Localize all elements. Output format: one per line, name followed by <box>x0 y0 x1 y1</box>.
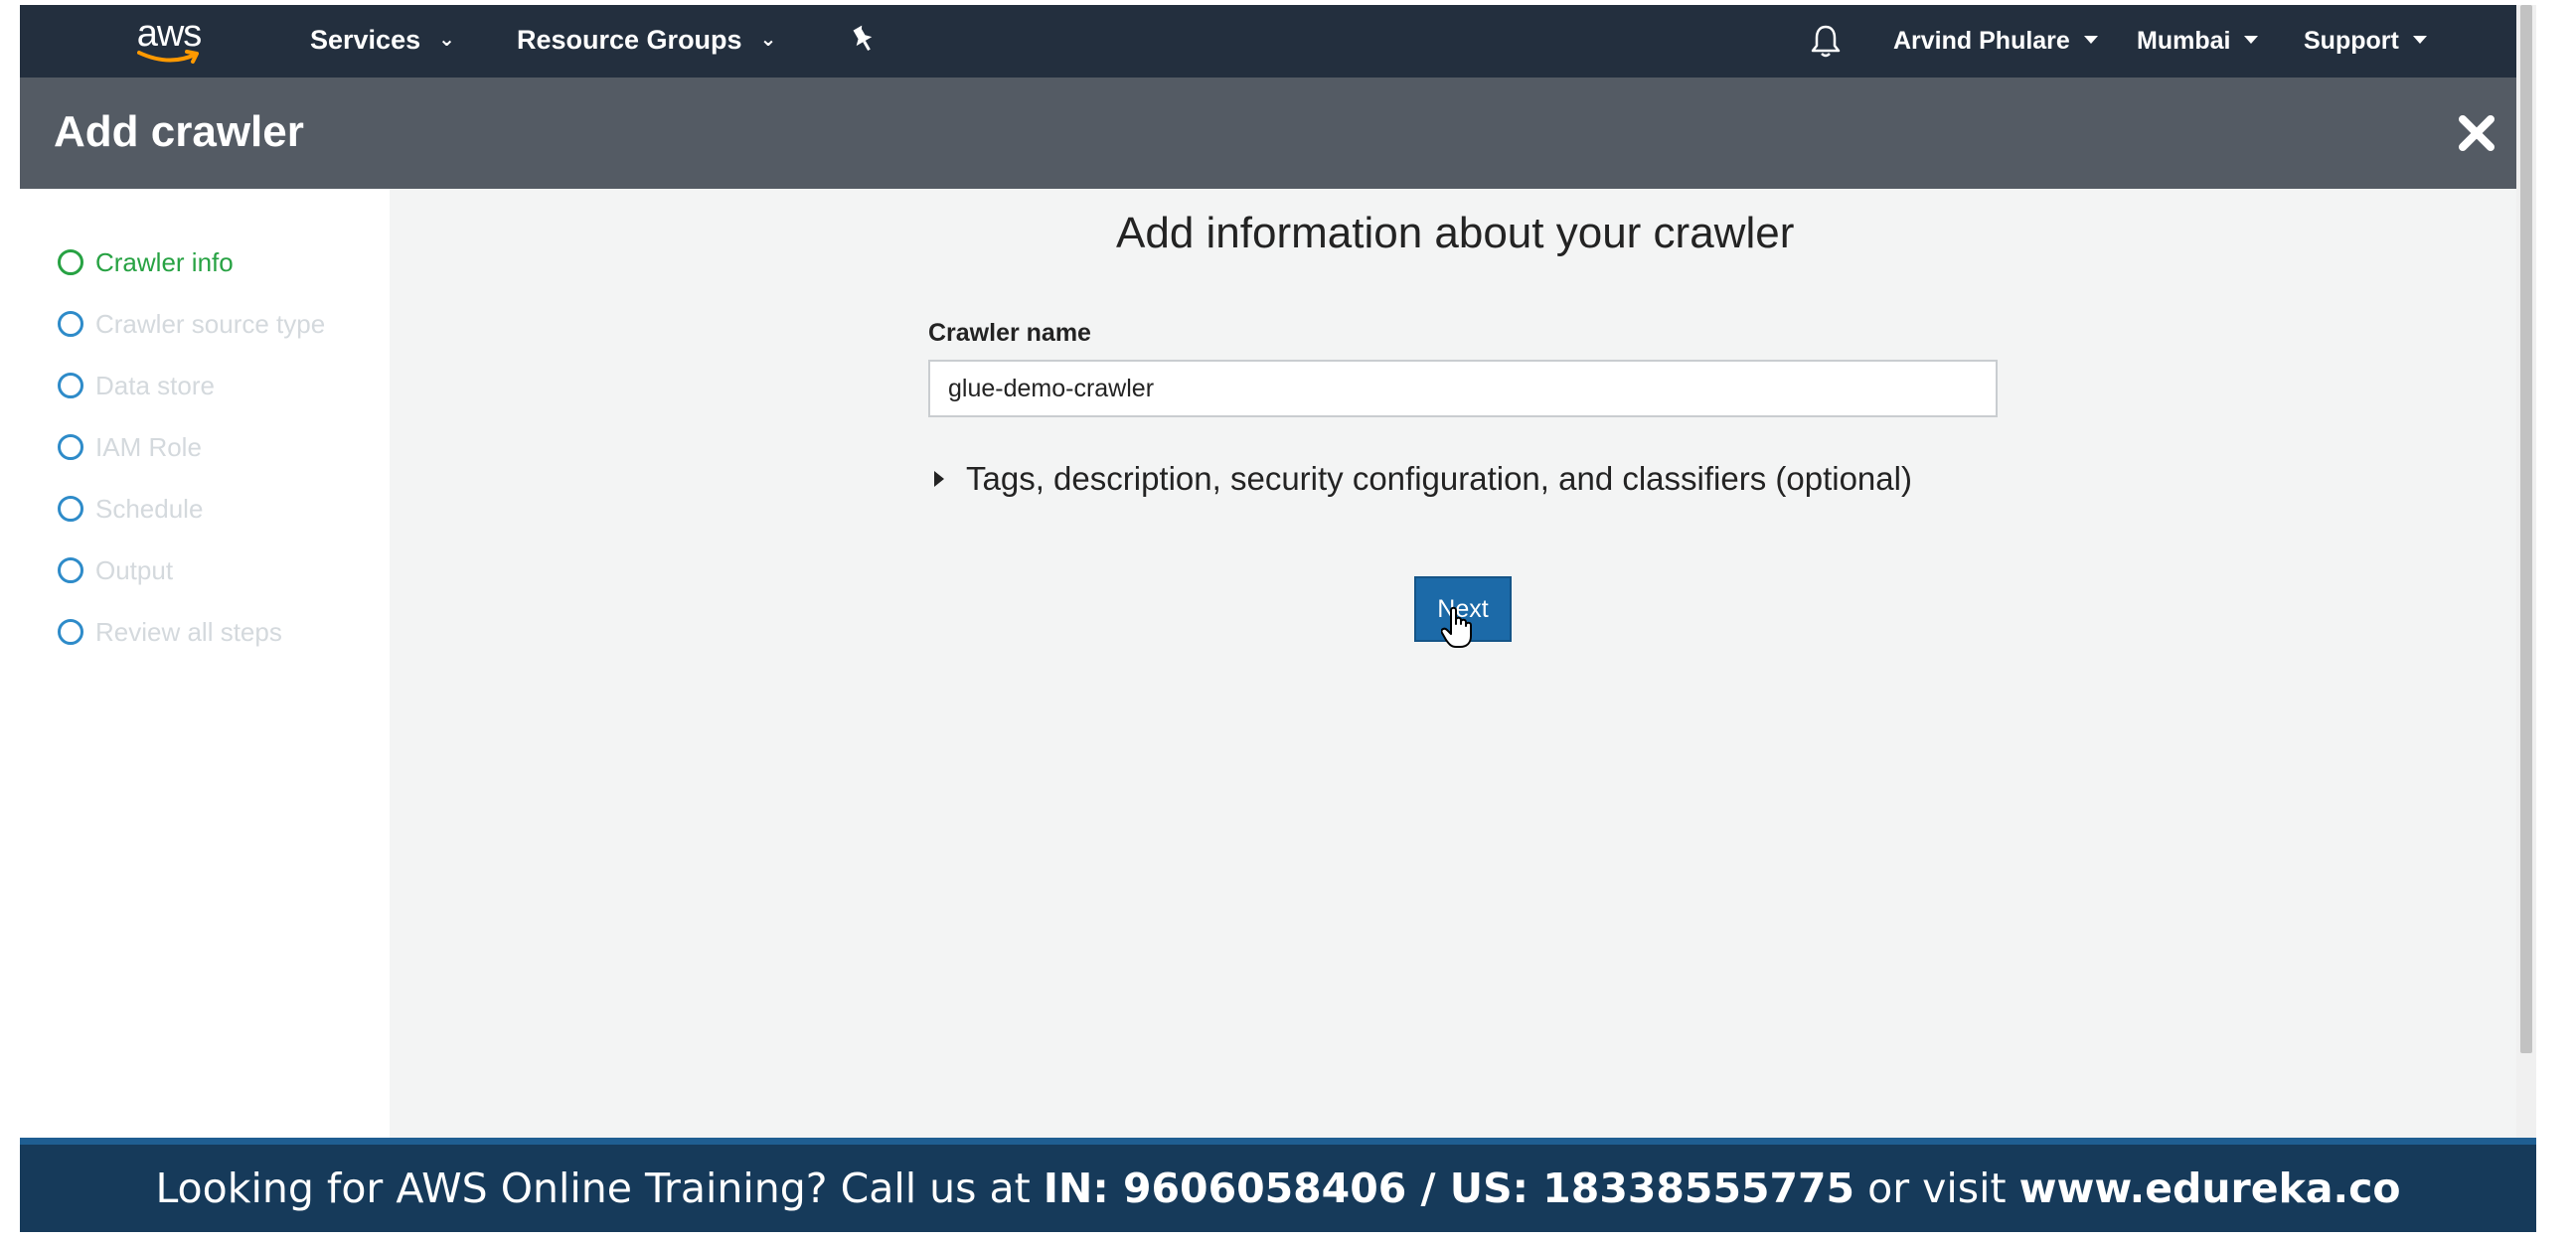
app-window: aws Services ⌄ Resource Groups ⌄ Arvind … <box>20 5 2536 1232</box>
step-schedule[interactable]: Schedule <box>58 489 203 529</box>
banner-site: www.edureka.co <box>2018 1164 2401 1212</box>
optional-settings-label: Tags, description, security configuratio… <box>966 460 1912 497</box>
step-circle-icon <box>58 557 83 583</box>
services-label: Services <box>310 25 421 55</box>
step-circle-icon <box>58 311 83 337</box>
crawler-name-label: Crawler name <box>928 319 1091 347</box>
aws-logo[interactable]: aws <box>129 13 209 71</box>
step-label: Crawler info <box>95 246 234 277</box>
promo-banner: Looking for AWS Online Training? Call us… <box>20 1145 2536 1232</box>
smile-icon <box>137 50 199 64</box>
support-label: Support <box>2304 27 2399 55</box>
user-name: Arvind Phulare <box>1893 27 2070 55</box>
caret-right-icon <box>934 471 944 487</box>
form-title: Add information about your crawler <box>1116 209 1795 257</box>
optional-settings-expander[interactable]: Tags, description, security configuratio… <box>934 460 1912 498</box>
step-crawler-info[interactable]: Crawler info <box>58 242 234 282</box>
region-menu[interactable]: Mumbai <box>2137 27 2259 56</box>
step-circle-icon <box>58 373 83 398</box>
scrollbar-thumb[interactable] <box>2520 5 2532 1053</box>
step-circle-icon <box>58 619 83 645</box>
chevron-down-icon: ⌄ <box>759 29 777 52</box>
services-menu[interactable]: Services ⌄ <box>310 25 455 56</box>
step-iam-role[interactable]: IAM Role <box>58 427 202 467</box>
top-nav: aws Services ⌄ Resource Groups ⌄ Arvind … <box>20 5 2536 78</box>
crawler-name-input[interactable] <box>928 360 1998 417</box>
support-menu[interactable]: Support <box>2304 27 2427 56</box>
step-label: Output <box>95 554 174 585</box>
caret-down-icon <box>2083 36 2098 45</box>
step-label: Review all steps <box>95 616 282 647</box>
banner-prefix: Looking for AWS Online Training? Call us… <box>155 1164 1044 1212</box>
page-header: Add crawler <box>20 78 2536 189</box>
step-label: Schedule <box>95 493 204 524</box>
hand-cursor-icon <box>1440 606 1477 655</box>
region-label: Mumbai <box>2137 27 2231 55</box>
caret-down-icon <box>2244 36 2259 45</box>
chevron-down-icon: ⌄ <box>438 29 455 52</box>
banner-middle: or visit <box>1854 1164 2019 1212</box>
user-menu[interactable]: Arvind Phulare <box>1893 27 2098 56</box>
resource-groups-menu[interactable]: Resource Groups ⌄ <box>517 25 776 56</box>
step-circle-icon <box>58 434 83 460</box>
wizard-steps: Crawler info Crawler source type Data st… <box>20 189 390 1143</box>
page-title: Add crawler <box>54 107 304 156</box>
step-circle-icon <box>58 249 83 275</box>
vertical-scrollbar[interactable] <box>2516 5 2536 1138</box>
step-label: Data store <box>95 370 215 400</box>
caret-down-icon <box>2412 36 2427 45</box>
resource-groups-label: Resource Groups <box>517 25 742 55</box>
close-icon[interactable] <box>2455 111 2498 155</box>
step-review-all-steps[interactable]: Review all steps <box>58 612 282 652</box>
step-data-store[interactable]: Data store <box>58 366 215 405</box>
banner-accent-line <box>20 1138 2536 1145</box>
step-output[interactable]: Output <box>58 550 173 590</box>
step-circle-icon <box>58 496 83 522</box>
step-label: Crawler source type <box>95 308 326 339</box>
bell-icon[interactable] <box>1809 23 1843 64</box>
pin-icon[interactable] <box>850 25 876 60</box>
banner-phones: IN: 9606058406 / US: 18338555775 <box>1043 1164 1855 1212</box>
step-crawler-source-type[interactable]: Crawler source type <box>58 304 325 344</box>
step-label: IAM Role <box>95 431 202 462</box>
